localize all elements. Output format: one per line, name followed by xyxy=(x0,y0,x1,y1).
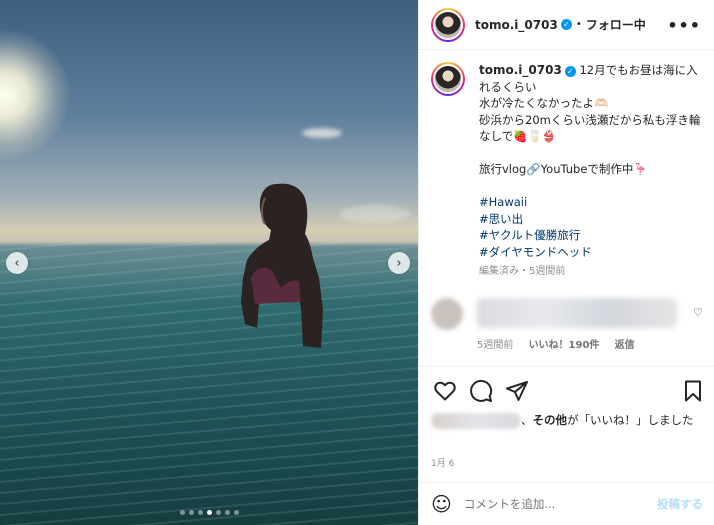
caption-line: 砂浜から20mくらい浅瀬だから私も浮き輪なしで🍓🥛👙 xyxy=(479,112,701,144)
woman-silhouette xyxy=(241,183,323,348)
carousel-dot xyxy=(197,510,203,515)
comment-input[interactable] xyxy=(463,497,657,511)
caption-line: 水が冷たくなかったよ🫶🏻 xyxy=(479,96,609,110)
caption-username[interactable]: tomo.i_0703 xyxy=(479,63,562,77)
following-button[interactable]: フォロー中 xyxy=(586,16,646,33)
carousel-prev-button[interactable]: ‹ xyxy=(6,252,28,274)
comment-meta: 5週間前 いいね！190件 返信 xyxy=(477,336,647,351)
share-icon[interactable] xyxy=(505,379,529,403)
post-sidebar: tomo.i_0703 ✓ • フォロー中 ••• tomo.i_0703 ✓ 1… xyxy=(418,0,714,525)
cloud xyxy=(340,205,410,223)
verified-badge-icon: ✓ xyxy=(564,66,576,77)
carousel-dot xyxy=(206,510,212,515)
post-photo[interactable]: ‹ › xyxy=(0,0,418,525)
carousel-indicator xyxy=(0,510,418,515)
author-avatar[interactable] xyxy=(431,7,465,42)
caption-meta: 編集済み・5週間前 xyxy=(479,266,566,277)
carousel-dot xyxy=(188,510,194,515)
comment-time: 5週間前 xyxy=(477,340,514,351)
reply-button[interactable]: 返信 xyxy=(615,340,635,351)
bookmark-icon[interactable] xyxy=(681,379,705,403)
carousel-next-button[interactable]: › xyxy=(388,252,410,274)
sun xyxy=(0,30,70,160)
post-header: tomo.i_0703 ✓ • フォロー中 ••• xyxy=(419,0,714,50)
liker-avatars-blurred[interactable] xyxy=(431,412,521,429)
verified-badge-icon: ✓ xyxy=(560,19,572,30)
likes-summary: 、その他が「いいね！」しました xyxy=(431,412,703,429)
comment-icon[interactable] xyxy=(469,379,493,403)
likes-separator: 、 xyxy=(521,413,533,427)
more-options-icon[interactable]: ••• xyxy=(667,16,701,35)
carousel-dot xyxy=(233,510,239,515)
caption-line: 旅行vlog🔗YouTubeで制作中🦩 xyxy=(479,162,648,176)
separator: • xyxy=(575,19,582,30)
action-bar xyxy=(419,366,714,414)
carousel-dot xyxy=(215,510,221,515)
hashtag-link[interactable]: #ヤクルト優勝旅行 xyxy=(479,227,703,244)
likes-suffix: が「いいね！」しました xyxy=(567,413,694,427)
hashtag-link[interactable]: #思い出 xyxy=(479,211,703,228)
add-comment-bar: ☺ 投稿する xyxy=(419,482,714,525)
ocean-waves xyxy=(0,240,418,525)
post-caption: tomo.i_0703 ✓ 12月でもお昼は海に入れるくらい 水が冷たくなかったよ… xyxy=(431,62,703,281)
hashtag-link[interactable]: #ダイヤモンドヘッド xyxy=(479,244,703,261)
commenter-avatar[interactable] xyxy=(431,298,463,330)
post-date: 1月 6 xyxy=(431,459,455,469)
comment-text-blurred xyxy=(477,298,677,328)
post-comment-button[interactable]: 投稿する xyxy=(657,496,703,512)
comment-like-count[interactable]: いいね！190件 xyxy=(529,340,600,351)
carousel-dot xyxy=(179,510,185,515)
emoji-icon[interactable]: ☺ xyxy=(431,492,452,516)
heart-icon[interactable] xyxy=(433,379,457,403)
like-comment-icon[interactable]: ♡ xyxy=(693,306,703,319)
cloud xyxy=(302,128,342,138)
caption-avatar[interactable] xyxy=(431,62,465,96)
hashtag-link[interactable]: #Hawaii xyxy=(479,194,703,211)
author-username[interactable]: tomo.i_0703 xyxy=(475,18,558,32)
others-link[interactable]: その他 xyxy=(533,413,568,427)
carousel-dot xyxy=(224,510,230,515)
